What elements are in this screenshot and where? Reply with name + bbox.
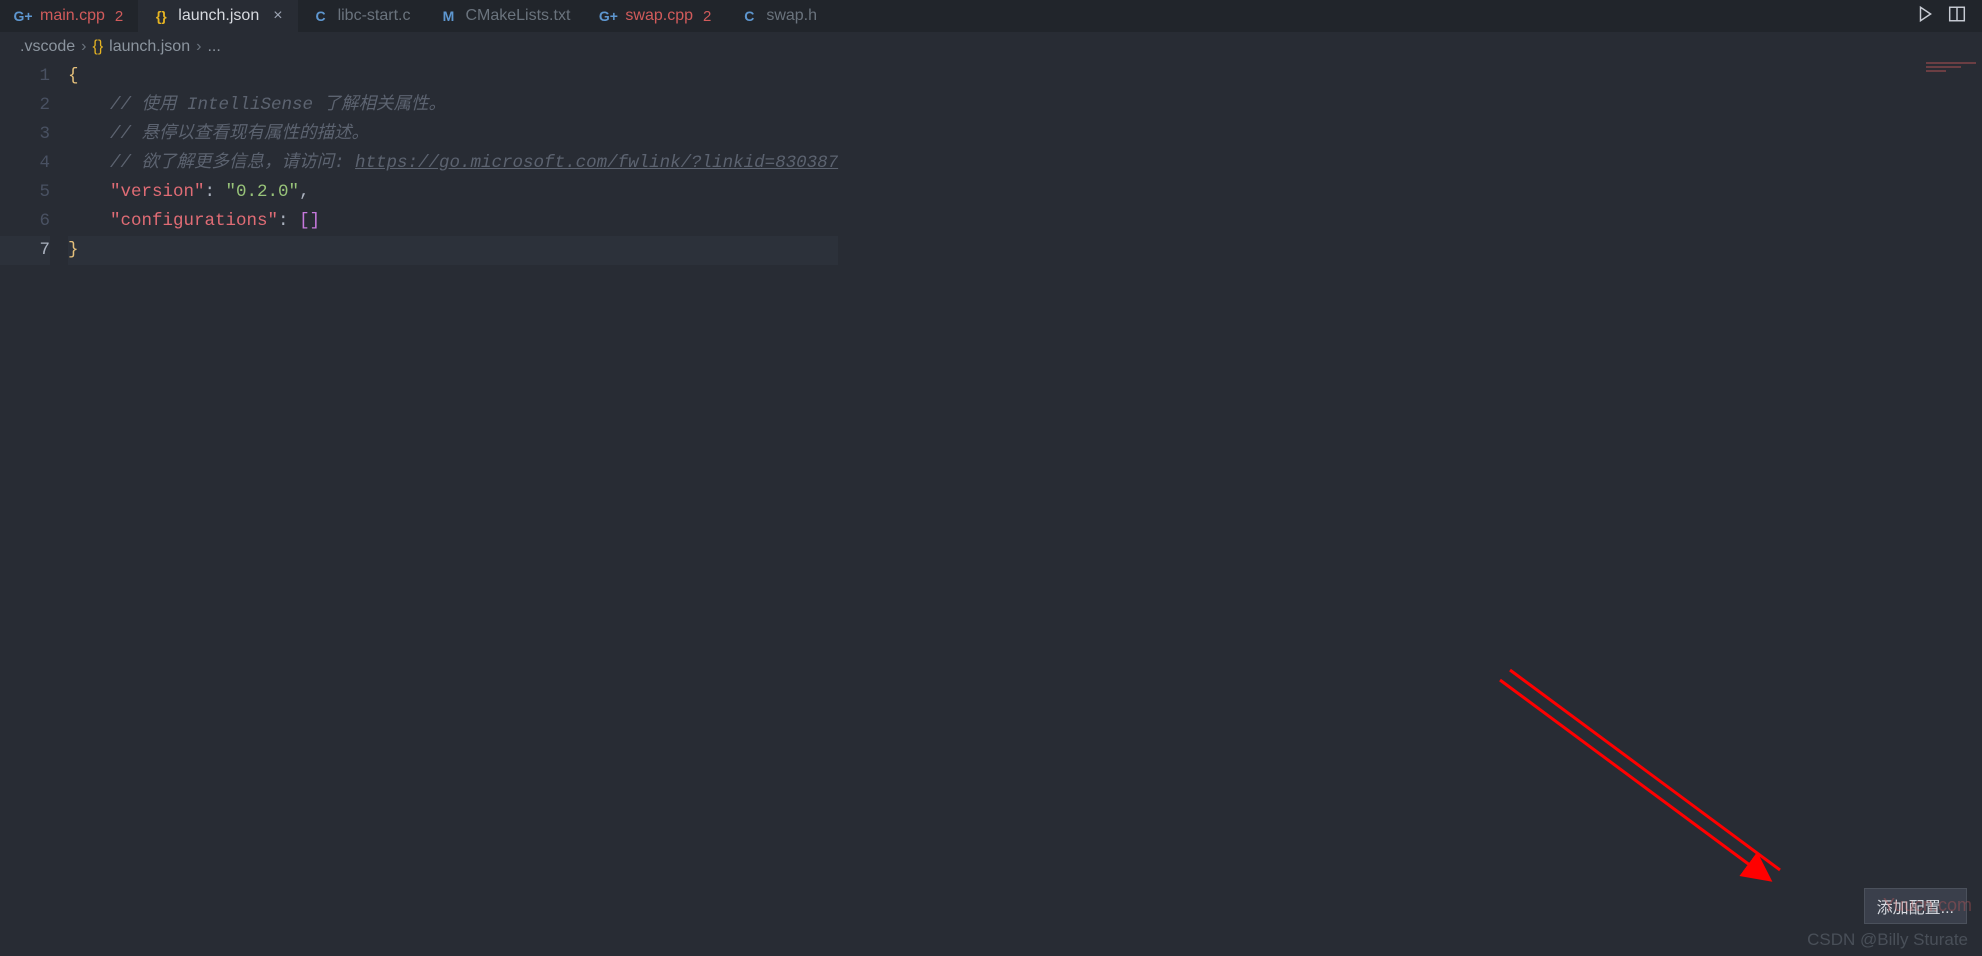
c-icon: C bbox=[740, 7, 758, 25]
split-editor-icon[interactable] bbox=[1948, 5, 1966, 28]
chevron-right-icon: › bbox=[81, 38, 86, 56]
watermark: Yuucn.com bbox=[1883, 895, 1972, 916]
dirty-indicator: 2 bbox=[703, 8, 711, 25]
close-icon[interactable]: × bbox=[273, 7, 282, 25]
tab-label: libc-start.c bbox=[338, 7, 411, 25]
code-editor[interactable]: 1 2 3 4 5 6 7 { // 使用 IntelliSense 了解相关属… bbox=[0, 62, 1982, 956]
editor-tabs: G+ main.cpp 2 {} launch.json × C libc-st… bbox=[0, 0, 1982, 32]
line-number: 3 bbox=[0, 120, 50, 149]
code-line: { bbox=[68, 62, 838, 91]
tab-launch-json[interactable]: {} launch.json × bbox=[138, 0, 297, 32]
breadcrumb-more[interactable]: ... bbox=[207, 38, 220, 56]
tab-label: CMakeLists.txt bbox=[465, 7, 570, 25]
tab-main-cpp[interactable]: G+ main.cpp 2 bbox=[0, 0, 138, 32]
tab-label: main.cpp bbox=[40, 7, 105, 25]
line-number: 4 bbox=[0, 149, 50, 178]
cpp-icon: G+ bbox=[599, 7, 617, 25]
line-number: 5 bbox=[0, 178, 50, 207]
line-number: 7 bbox=[0, 236, 50, 265]
tab-swap-h[interactable]: C swap.h bbox=[726, 0, 832, 32]
tab-label: swap.h bbox=[766, 7, 817, 25]
tab-actions bbox=[1916, 0, 1982, 32]
breadcrumb[interactable]: .vscode › {} launch.json › ... bbox=[0, 32, 1982, 62]
watermark: CSDN @Billy Sturate bbox=[1807, 930, 1968, 950]
line-number-gutter: 1 2 3 4 5 6 7 bbox=[0, 62, 68, 956]
cpp-icon: G+ bbox=[14, 7, 32, 25]
line-number: 6 bbox=[0, 207, 50, 236]
tab-swap-cpp[interactable]: G+ swap.cpp 2 bbox=[585, 0, 726, 32]
tab-label: swap.cpp bbox=[625, 7, 693, 25]
tab-cmakelists[interactable]: M CMakeLists.txt bbox=[425, 0, 585, 32]
minimap[interactable] bbox=[1926, 62, 1976, 76]
breadcrumb-file[interactable]: launch.json bbox=[109, 38, 190, 56]
cmake-icon: M bbox=[439, 7, 457, 25]
code-line: // 使用 IntelliSense 了解相关属性。 bbox=[68, 91, 838, 120]
code-line: "configurations": [] bbox=[68, 207, 838, 236]
code-line: // 悬停以查看现有属性的描述。 bbox=[68, 120, 838, 149]
json-icon: {} bbox=[152, 7, 170, 25]
tab-label: launch.json bbox=[178, 7, 259, 25]
code-line: "version": "0.2.0", bbox=[68, 178, 838, 207]
breadcrumb-folder[interactable]: .vscode bbox=[20, 38, 75, 56]
code-line: } bbox=[68, 236, 838, 265]
chevron-right-icon: › bbox=[196, 38, 201, 56]
dirty-indicator: 2 bbox=[115, 8, 123, 25]
code-line: // 欲了解更多信息，请访问: https://go.microsoft.com… bbox=[68, 149, 838, 178]
run-icon[interactable] bbox=[1916, 5, 1934, 28]
line-number: 1 bbox=[0, 62, 50, 91]
line-number: 2 bbox=[0, 91, 50, 120]
c-icon: C bbox=[312, 7, 330, 25]
json-icon: {} bbox=[92, 38, 103, 56]
tab-libc-start[interactable]: C libc-start.c bbox=[298, 0, 426, 32]
code-content[interactable]: { // 使用 IntelliSense 了解相关属性。 // 悬停以查看现有属… bbox=[68, 62, 848, 956]
